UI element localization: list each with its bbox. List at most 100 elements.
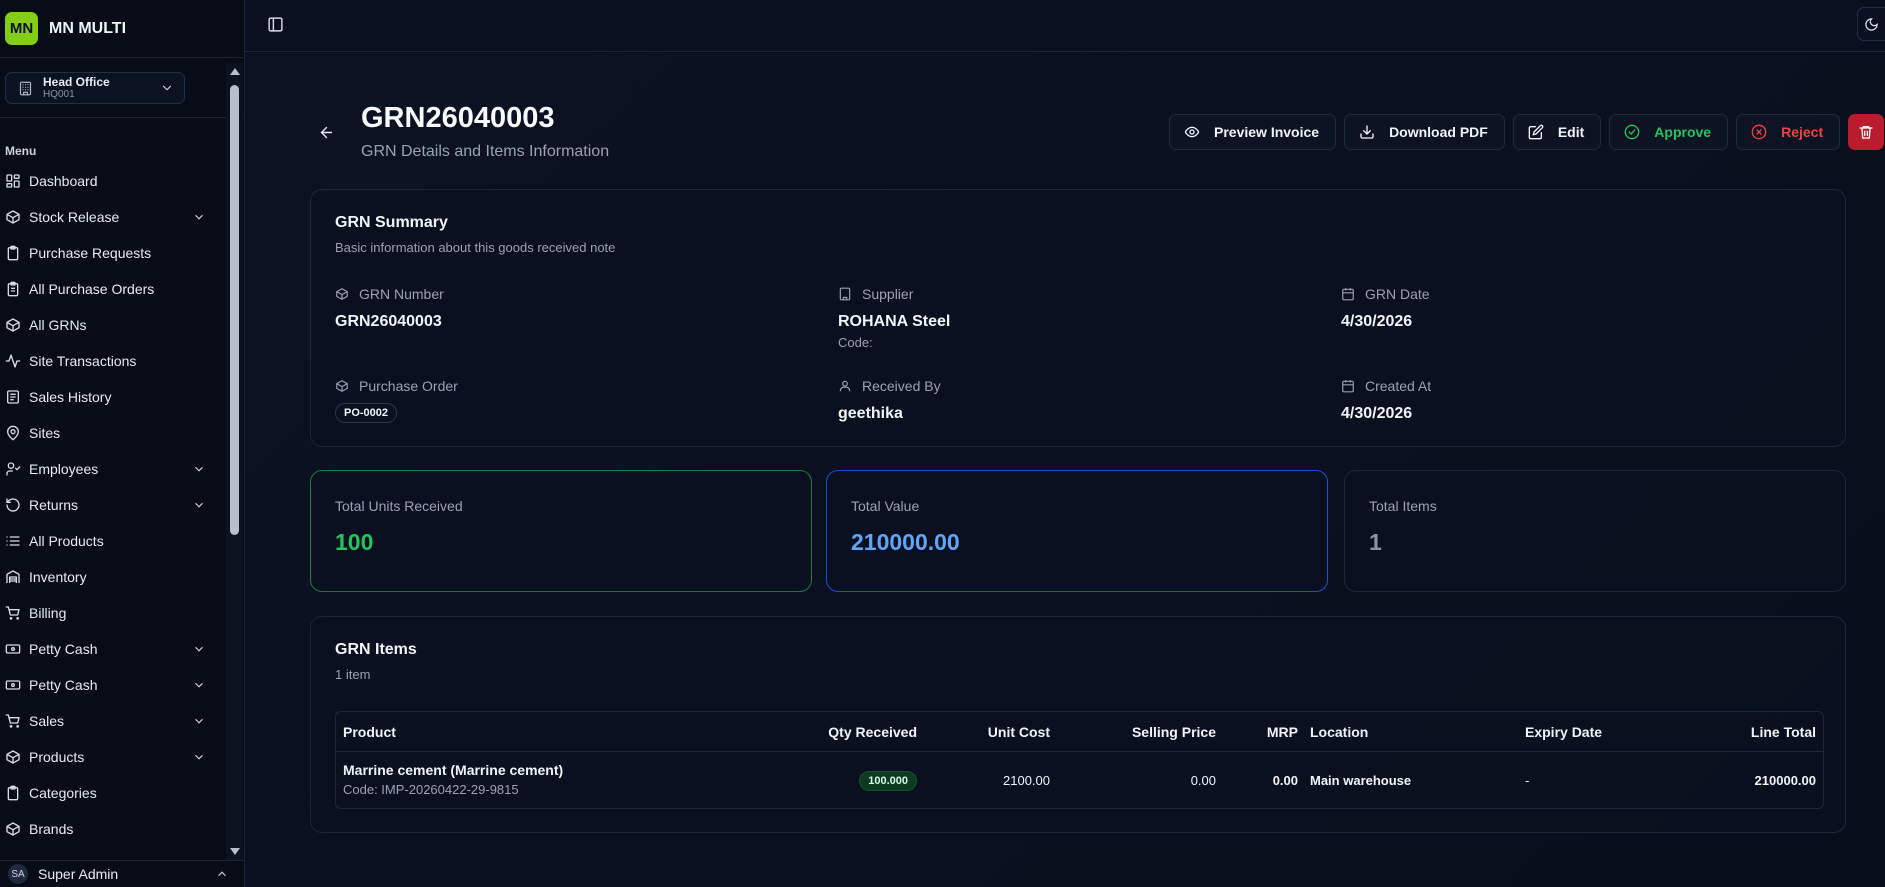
chevron-down-icon	[195, 718, 203, 724]
chevron-down-icon	[195, 682, 203, 688]
sidebar-item-products[interactable]: Products	[0, 739, 226, 775]
building-icon	[19, 81, 32, 95]
selling-price-cell: 0.00	[1190, 773, 1216, 788]
sidebar-item-purchase-requests[interactable]: Purchase Requests	[0, 235, 226, 271]
sidebar-item-inventory[interactable]: Inventory	[0, 559, 226, 595]
product-cell: Marrine cement (Marrine cement) Code: IM…	[343, 762, 563, 797]
package-icon	[6, 318, 20, 332]
check-circle-icon	[1624, 124, 1640, 140]
scroll-up-icon[interactable]	[230, 68, 240, 75]
scroll-down-icon[interactable]	[230, 848, 240, 855]
branch-selector[interactable]: Head Office HQ001	[5, 72, 185, 104]
chevron-down-icon	[162, 85, 172, 91]
field-value: 4/30/2026	[1341, 313, 1413, 330]
chevron-down-icon	[195, 754, 203, 760]
sidebar-item-label: Billing	[29, 605, 67, 621]
field-label: Supplier	[862, 286, 914, 302]
sidebar-scrollbar[interactable]	[226, 63, 243, 860]
sidebar-item-label: All Purchase Orders	[29, 281, 155, 297]
cash-icon	[5, 680, 21, 690]
eye-icon	[1184, 126, 1200, 138]
user-menu[interactable]: SA Super Admin	[0, 860, 245, 887]
brand[interactable]: MN MN MULTI	[0, 0, 244, 58]
brand-logo: MN	[5, 12, 38, 45]
edit-button[interactable]: Edit	[1512, 114, 1602, 150]
sidebar-item-label: Petty Cash	[29, 641, 98, 657]
preview-invoice-button[interactable]: Preview Invoice	[1169, 114, 1337, 150]
sidebar-item-sales[interactable]: Sales	[0, 703, 226, 739]
download-pdf-button[interactable]: Download PDF	[1344, 114, 1505, 150]
package-icon	[6, 210, 20, 224]
sidebar-item-categories[interactable]: Categories	[0, 775, 226, 811]
po-badge[interactable]: PO-0002	[335, 403, 398, 423]
calendar-icon	[1342, 380, 1354, 393]
map-pin-icon	[6, 425, 20, 441]
sidebar-item-petty-cash-2[interactable]: Petty Cash	[0, 667, 226, 703]
edit-label: Edit	[1557, 124, 1585, 140]
grn-date-field: GRN Date 4/30/2026	[1341, 286, 1430, 331]
scroll-thumb[interactable]	[230, 85, 239, 535]
reject-label: Reject	[1781, 124, 1824, 140]
sidebar: MN MN MULTI Head Office HQ001 Menu Dashb…	[0, 0, 245, 887]
activity-icon	[5, 354, 21, 368]
arrow-left-icon[interactable]	[318, 124, 335, 141]
calendar-icon	[1342, 288, 1354, 301]
sidebar-item-returns[interactable]: Returns	[0, 487, 226, 523]
column-header: Product	[343, 723, 396, 740]
package-icon	[6, 750, 20, 764]
reject-button[interactable]: Reject	[1736, 114, 1841, 150]
sidebar-item-label: Dashboard	[29, 173, 98, 189]
x-circle-icon	[1751, 124, 1767, 140]
main-content: GRN26040003 GRN Details and Items Inform…	[245, 53, 1885, 887]
package-icon	[336, 380, 348, 392]
column-header: Qty Received	[828, 723, 917, 740]
sidebar-item-brands[interactable]: Brands	[0, 811, 226, 847]
column-header: Unit Cost	[987, 723, 1050, 740]
expiry-cell: -	[1525, 773, 1530, 788]
chevron-down-icon	[195, 646, 203, 652]
clipboard-icon	[7, 785, 19, 801]
sidebar-item-all-products[interactable]: All Products	[0, 523, 226, 559]
cart-icon	[5, 714, 20, 728]
approve-button[interactable]: Approve	[1609, 114, 1729, 150]
sidebar-item-all-grns[interactable]: All GRNs	[0, 307, 226, 343]
field-label: GRN Number	[359, 286, 444, 302]
chevron-up-icon	[218, 871, 226, 877]
sidebar-item-billing[interactable]: Billing	[0, 595, 226, 631]
sidebar-item-dashboard[interactable]: Dashboard	[0, 163, 226, 199]
sidebar-item-label: Inventory	[29, 569, 87, 585]
sidebar-item-site-transactions[interactable]: Site Transactions	[0, 343, 226, 379]
download-pdf-label: Download PDF	[1389, 124, 1488, 140]
theme-toggle-button[interactable]	[1857, 7, 1885, 41]
sidebar-item-stock-release[interactable]: Stock Release	[0, 199, 226, 235]
download-icon	[1360, 125, 1374, 139]
delete-button[interactable]	[1848, 114, 1885, 150]
stat-label: Total Items	[1369, 498, 1437, 514]
chevron-down-icon	[195, 214, 203, 220]
brand-name: MN MULTI	[49, 19, 127, 37]
sidebar-item-sites[interactable]: Sites	[0, 415, 226, 451]
sidebar-item-petty-cash[interactable]: Petty Cash	[0, 631, 226, 667]
sidebar-item-sales-history[interactable]: Sales History	[0, 379, 226, 415]
branch-code: HQ001	[43, 89, 75, 100]
column-header: Selling Price	[1131, 723, 1216, 740]
table-header: Product Qty Received Unit Cost Selling P…	[336, 712, 1823, 752]
clipboard-list-icon	[7, 281, 19, 297]
sidebar-item-label: Brands	[29, 821, 74, 837]
sidebar-item-label: Site Transactions	[29, 353, 137, 369]
sidebar-item-label: Employees	[29, 461, 99, 477]
stat-value: 1	[1369, 529, 1382, 555]
stat-label: Total Value	[851, 498, 920, 514]
field-value: GRN26040003	[335, 313, 442, 330]
received-by-field: Received By geethika	[838, 378, 941, 423]
sidebar-item-employees[interactable]: Employees	[0, 451, 226, 487]
table-row[interactable]: Marrine cement (Marrine cement) Code: IM…	[336, 752, 1823, 809]
sidebar-item-label: Sales	[29, 713, 65, 729]
total-value-card: Total Value 210000.00	[826, 470, 1328, 592]
edit-icon	[1528, 124, 1544, 140]
sidebar-toggle-icon[interactable]	[267, 16, 284, 33]
stat-label: Total Units Received	[335, 498, 463, 514]
sidebar-item-all-purchase-orders[interactable]: All Purchase Orders	[0, 271, 226, 307]
field-label: Purchase Order	[359, 378, 458, 394]
list-icon	[6, 536, 20, 546]
